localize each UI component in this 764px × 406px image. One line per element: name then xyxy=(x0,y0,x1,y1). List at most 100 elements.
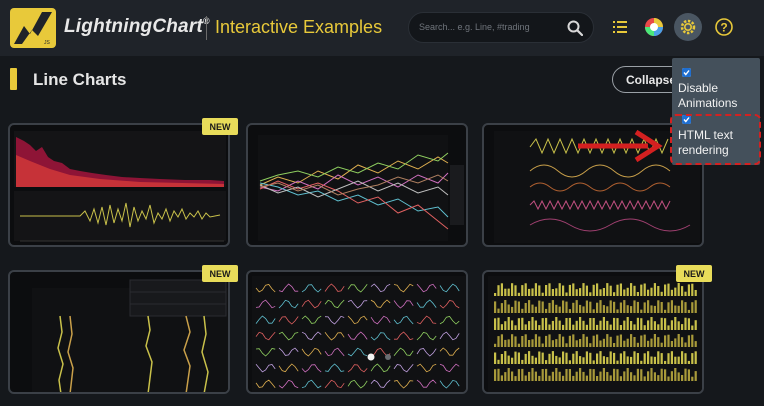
mini-bar xyxy=(555,355,558,364)
mini-bar xyxy=(565,292,568,296)
mini-bar xyxy=(599,289,602,296)
mini-bar xyxy=(619,334,622,347)
mini-bar xyxy=(599,351,602,364)
mini-bar xyxy=(626,287,629,296)
settings-button[interactable] xyxy=(674,13,702,41)
mini-bar xyxy=(514,325,517,330)
mini-bar xyxy=(555,339,558,347)
mini-bar xyxy=(619,283,622,296)
mini-bar xyxy=(528,340,531,347)
mini-bar xyxy=(670,300,673,313)
mini-bar xyxy=(558,306,561,313)
example-card-1[interactable] xyxy=(8,123,230,247)
mini-bar xyxy=(538,300,541,313)
mini-bar xyxy=(596,324,599,330)
mini-bar xyxy=(691,325,694,330)
mini-bar xyxy=(619,325,622,330)
mini-bar xyxy=(691,353,694,364)
mini-bar xyxy=(643,376,646,381)
example-card-6[interactable] xyxy=(482,270,704,394)
checkmark-icon xyxy=(682,68,691,77)
search-input[interactable]: Search... e.g. Line, #trading xyxy=(408,12,594,43)
mini-bar xyxy=(541,301,544,313)
top-header: JS LightningChart® Interactive Examples … xyxy=(0,0,764,56)
mini-bar xyxy=(589,301,592,313)
lightningchart-logo-icon[interactable]: JS xyxy=(8,6,58,50)
mini-bar xyxy=(579,304,582,313)
mini-bar xyxy=(582,357,585,364)
mini-bar xyxy=(694,320,697,330)
mini-bar xyxy=(524,283,527,296)
pagination-dots[interactable] xyxy=(366,352,394,362)
mini-bar xyxy=(623,371,626,381)
mini-bar xyxy=(585,300,588,313)
mini-bar xyxy=(575,300,578,313)
mini-bar xyxy=(494,343,497,347)
list-icon[interactable] xyxy=(608,15,632,39)
mini-bar xyxy=(545,368,548,381)
mini-bar xyxy=(538,351,541,364)
mini-bar xyxy=(633,351,636,364)
mini-bar xyxy=(551,300,554,313)
annotation-arrow-icon xyxy=(578,129,663,163)
mini-bar xyxy=(684,342,687,347)
disable-animations-label[interactable]: Disable Animations xyxy=(678,81,758,111)
mini-bar xyxy=(630,372,633,381)
brand-subtitle: Interactive Examples xyxy=(215,17,383,37)
mini-bar xyxy=(626,305,629,313)
mini-bar xyxy=(660,291,663,296)
mini-bar xyxy=(511,283,514,296)
mini-bar xyxy=(545,308,548,313)
pagination-dot-active[interactable] xyxy=(367,353,375,361)
mini-bar xyxy=(636,317,639,330)
example-card-4[interactable] xyxy=(8,270,230,394)
mini-bar xyxy=(592,318,595,330)
mini-bar xyxy=(677,321,680,330)
mini-bar xyxy=(616,284,619,296)
mini-bar xyxy=(630,283,633,296)
mini-bar xyxy=(664,369,667,381)
mini-bar xyxy=(500,334,503,347)
example-card-2[interactable] xyxy=(246,123,468,247)
mini-bar xyxy=(602,288,605,296)
pagination-dot[interactable] xyxy=(385,354,391,360)
mini-bar xyxy=(507,317,510,330)
mini-bar xyxy=(528,321,531,330)
mini-bar xyxy=(626,368,629,381)
mini-bar xyxy=(555,317,558,330)
mini-bar xyxy=(572,302,575,313)
mini-bar xyxy=(677,283,680,296)
color-theme-icon[interactable] xyxy=(642,15,666,39)
mini-bar xyxy=(667,376,670,381)
mini-bar xyxy=(691,376,694,381)
mini-bar xyxy=(657,351,660,364)
mini-bar xyxy=(653,356,656,364)
mini-bar xyxy=(664,318,667,330)
mini-bar xyxy=(596,283,599,296)
mini-bar xyxy=(602,338,605,347)
mini-bar xyxy=(579,368,582,381)
mini-bar xyxy=(599,320,602,330)
mini-bar xyxy=(602,356,605,364)
mini-bar xyxy=(694,341,697,347)
mini-bar xyxy=(681,337,684,347)
mini-bar xyxy=(541,343,544,347)
mini-bar xyxy=(691,283,694,296)
mini-bar xyxy=(517,369,520,381)
mini-bar xyxy=(528,351,531,364)
card-6-thumbnail xyxy=(488,276,702,392)
disable-animations-checkbox[interactable] xyxy=(682,68,691,77)
mini-bar xyxy=(507,368,510,381)
search-icon[interactable] xyxy=(567,20,583,36)
example-card-5[interactable] xyxy=(246,270,468,394)
brand-divider xyxy=(206,16,207,40)
mini-bar xyxy=(521,285,524,296)
help-icon[interactable]: ? xyxy=(712,15,736,39)
mini-bar xyxy=(517,343,520,347)
mini-bar xyxy=(619,353,622,364)
mini-bar xyxy=(643,325,646,330)
mini-bar xyxy=(572,353,575,364)
mini-bar xyxy=(596,353,599,364)
mini-bar xyxy=(555,288,558,296)
mini-bar xyxy=(500,375,503,381)
